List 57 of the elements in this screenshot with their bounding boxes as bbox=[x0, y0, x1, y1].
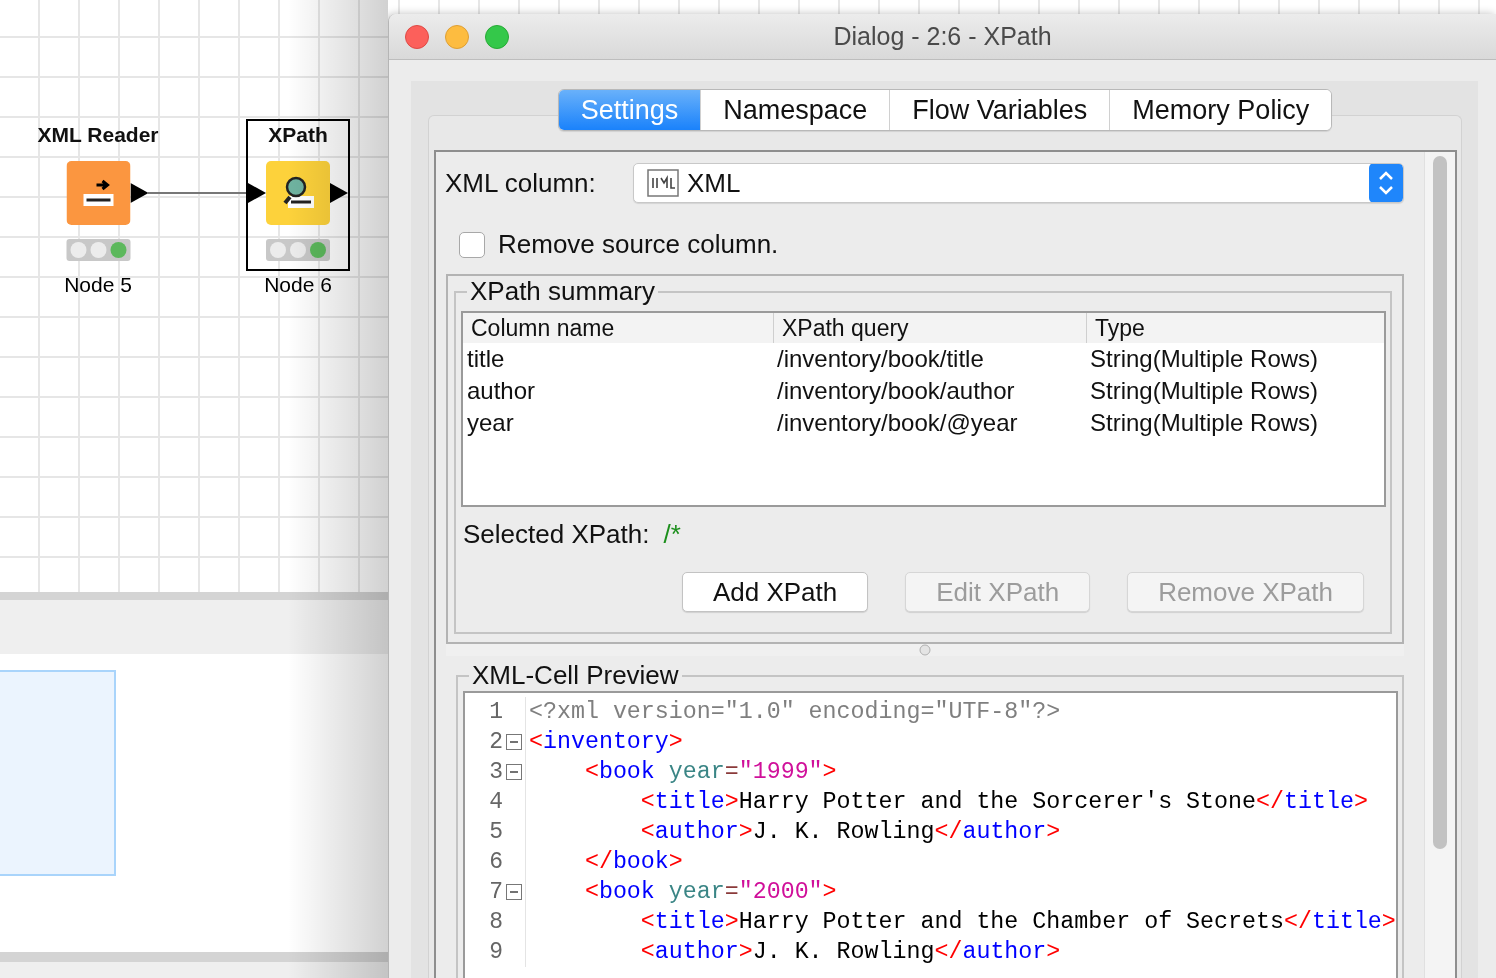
close-button[interactable] bbox=[405, 24, 429, 49]
selected-xpath-value: /* bbox=[663, 519, 681, 550]
group-title: XPath summary bbox=[469, 276, 656, 307]
scrollbar-thumb[interactable] bbox=[1433, 156, 1447, 849]
column-header[interactable]: Column name bbox=[463, 313, 773, 343]
xml-column-select[interactable]: XML bbox=[633, 163, 1404, 203]
line-number: 9 bbox=[488, 939, 503, 965]
code-line: </book> bbox=[583, 849, 683, 875]
collapse-icon[interactable] bbox=[506, 764, 522, 780]
line-number: 6 bbox=[488, 849, 503, 875]
column-header[interactable]: Type bbox=[1086, 313, 1384, 343]
line-number: 8 bbox=[488, 909, 503, 935]
code-line: <inventory> bbox=[528, 729, 683, 755]
tab[interactable]: Flow Variables bbox=[889, 90, 1110, 130]
column-type-icon bbox=[647, 169, 679, 197]
table-cell-text: title bbox=[466, 345, 506, 373]
code-line: <author>J. K. Rowling</author> bbox=[639, 819, 1061, 845]
collapse-icon[interactable] bbox=[506, 734, 522, 750]
xml-reader-node-icon[interactable] bbox=[66, 161, 130, 225]
code-line: <title>Harry Potter and the Chamber of Secrets</title> bbox=[639, 909, 1396, 935]
code-line: <?xml version="1.0" encoding="UTF-8"?> bbox=[528, 699, 1061, 725]
table-cell-text: /inventory/book/author bbox=[776, 377, 1016, 405]
tab[interactable]: Namespace bbox=[700, 90, 890, 130]
code-line: <title>Harry Potter and the Sorcerer's Stone</title> bbox=[639, 789, 1368, 815]
code-line: <book year="2000"> bbox=[583, 879, 837, 905]
node-title: XML Reader bbox=[36, 122, 160, 147]
table-cell-text: String(Multiple Rows) bbox=[1089, 377, 1320, 405]
table-cell-text: author bbox=[466, 377, 537, 405]
line-number: 5 bbox=[488, 819, 503, 845]
tab[interactable]: Memory Policy bbox=[1109, 90, 1332, 130]
line-number: 7 bbox=[488, 879, 503, 905]
code-line: <book year="1999"> bbox=[583, 759, 837, 785]
node-title: XPath bbox=[267, 122, 329, 147]
collapse-icon[interactable] bbox=[506, 884, 522, 900]
checkbox[interactable] bbox=[459, 231, 485, 258]
group-title: XML-Cell Preview bbox=[471, 660, 680, 691]
field-label: Selected XPath: bbox=[463, 519, 650, 550]
node-label: Node 5 bbox=[64, 273, 132, 297]
table-cell-text: /inventory/book/@year bbox=[776, 409, 1019, 437]
stepper-icon bbox=[1369, 164, 1403, 202]
code-line: <author>J. K. Rowling</author> bbox=[639, 939, 1061, 965]
line-number: 4 bbox=[488, 789, 503, 815]
action-button[interactable]: Add XPath bbox=[681, 572, 869, 612]
column-header[interactable]: XPath query bbox=[773, 313, 1086, 343]
window-title: Dialog - 2:6 - XPath bbox=[833, 22, 1052, 51]
table-cell-text: String(Multiple Rows) bbox=[1089, 409, 1320, 437]
field-label: XML column: bbox=[445, 167, 597, 199]
checkbox-label: Remove source column. bbox=[498, 229, 779, 260]
table-cell-text: String(Multiple Rows) bbox=[1089, 345, 1320, 373]
node-label: Node 6 bbox=[264, 273, 332, 297]
table-cell-text: year bbox=[466, 409, 515, 437]
line-number: 2 bbox=[488, 729, 503, 755]
table-cell-text: /inventory/book/title bbox=[776, 345, 985, 373]
line-number: 3 bbox=[488, 759, 503, 785]
splitter-handle[interactable] bbox=[446, 644, 1404, 656]
magnifier-node-icon[interactable] bbox=[266, 161, 330, 225]
line-number: 1 bbox=[488, 699, 503, 725]
